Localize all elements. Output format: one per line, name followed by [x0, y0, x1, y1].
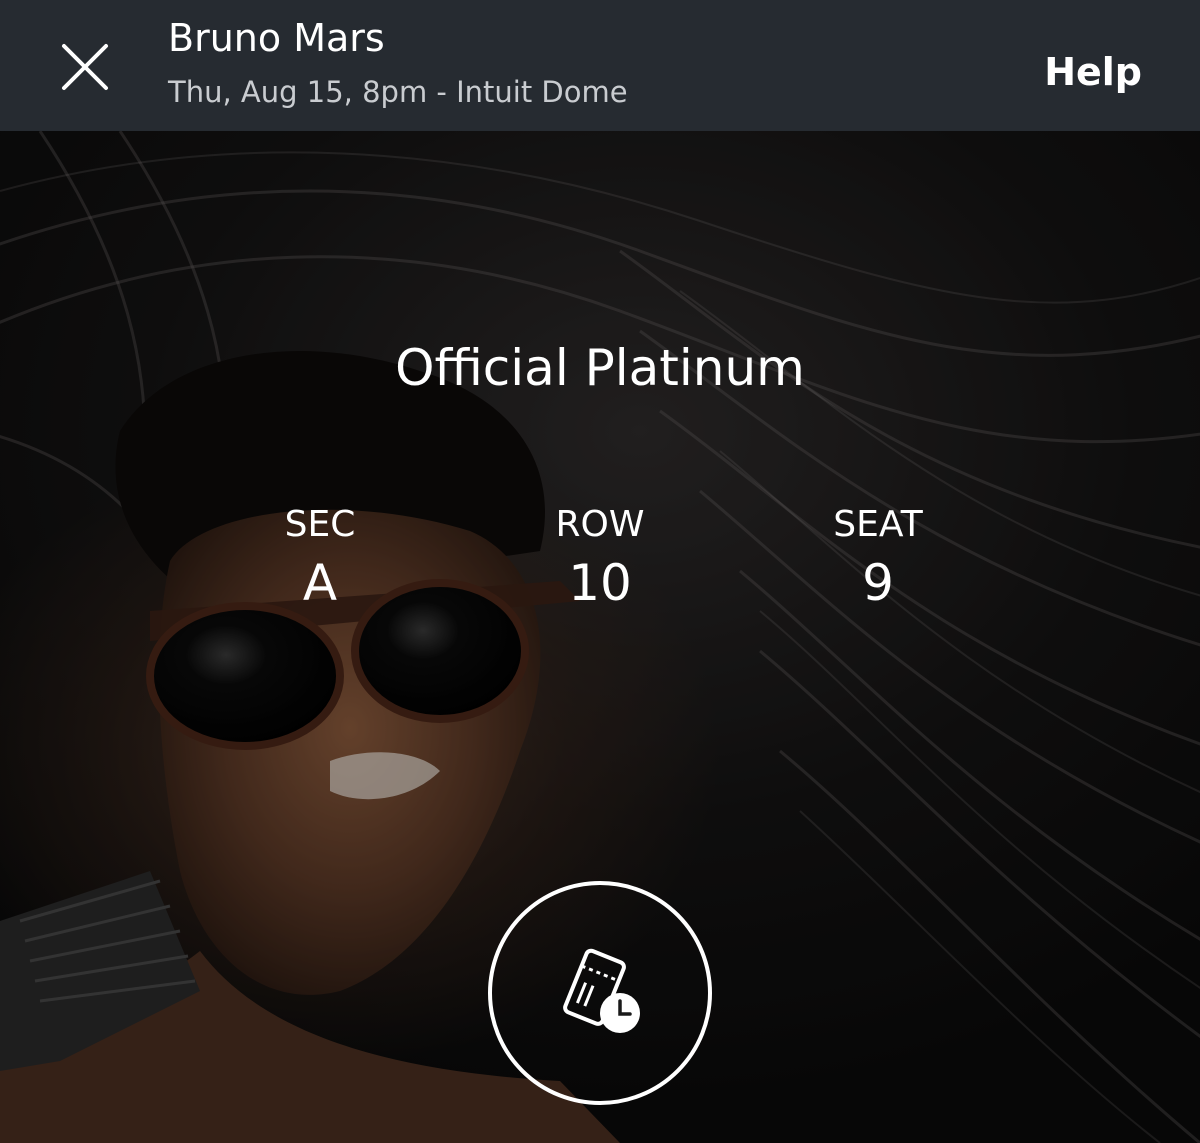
event-details: Thu, Aug 15, 8pm - Intuit Dome: [168, 75, 628, 109]
event-title: Bruno Mars: [168, 16, 385, 60]
ticket-type-label: Official Platinum: [395, 339, 805, 397]
row-label: ROW: [555, 504, 645, 545]
section-info: SEC A: [210, 503, 430, 613]
ticket-screen: Bruno Mars Thu, Aug 15, 8pm - Intuit Dom…: [0, 0, 1200, 1143]
section-label: SEC: [284, 504, 356, 545]
seat-label: SEAT: [833, 504, 923, 545]
close-icon: [62, 44, 108, 90]
seat-info: SEAT 9: [768, 503, 988, 613]
ticket-pending-button[interactable]: [488, 881, 712, 1105]
row-value: 10: [568, 554, 632, 612]
help-button[interactable]: Help: [1044, 48, 1142, 96]
header-bar: Bruno Mars Thu, Aug 15, 8pm - Intuit Dom…: [0, 0, 1200, 131]
close-button[interactable]: [50, 32, 120, 102]
ticket-clock-icon: [563, 948, 640, 1033]
seat-value: 9: [862, 554, 894, 612]
row-info: ROW 10: [490, 503, 710, 613]
section-value: A: [302, 554, 338, 612]
event-photo: Official Platinum SEC A ROW 10 SEAT 9: [0, 131, 1200, 1143]
